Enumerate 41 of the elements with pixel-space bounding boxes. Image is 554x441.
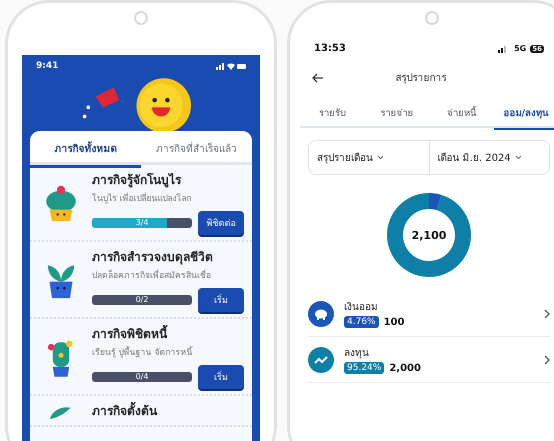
progress-bar: 0/2 [92,295,192,305]
category-tab[interactable]: ออม/ลงทุน [494,97,554,128]
chevron-down-icon [377,155,384,160]
chevron-right-icon[interactable] [544,354,550,364]
category-tab[interactable]: จ่ายหนี้ [429,97,494,128]
filter-dropdown[interactable]: เดือน มิ.ย. 2024 [428,141,549,174]
mission-title: ภารกิจสำรวจงบดุลชีวิต [92,249,214,266]
trend-up-icon [314,354,328,364]
progress-bar: 0/4 [92,372,192,382]
mission-tab[interactable]: ภารกิจที่สำเร็จแล้ว [141,131,252,165]
chevron-right-icon[interactable] [544,308,550,318]
mission-button[interactable]: เริ่ม [198,365,244,389]
mission-subtitle: ปลดล็อคภารกิจเพื่อสมัครสินเชื่อ [92,268,212,282]
status-time: 13:53 [314,43,346,54]
front-camera [134,11,148,25]
mission-button[interactable]: พิชิตต่อ [198,211,244,235]
progress-bar: 3/4 [92,218,192,228]
percent-tag: 95.24% [344,362,384,374]
mission-button[interactable]: เริ่ม [198,288,244,312]
mission-title: ภารกิจตั้งต้น [92,401,244,420]
filter-dropdown[interactable]: สรุปรายเดือน [309,141,428,174]
front-camera [425,11,439,25]
back-arrow-icon[interactable] [312,72,324,82]
mission-subtitle: โนบูไร เพื่อเปลี่ยนแปลงโลก [92,191,193,205]
status-time: 9:41 [36,61,58,71]
percent-tag: 4.76% [344,316,379,328]
category-amount: 100 [384,316,404,328]
page-title: สรุปรายการ [394,72,448,85]
mission-tab[interactable]: ภารกิจทั้งหมด [30,131,141,165]
donut-total: 2,100 [412,229,446,242]
mission-title: ภารกิจรู้จักโนบูไร [92,172,182,189]
mission-title: ภารกิจพิชิตหนี้ [92,324,244,343]
category-amount: 2,000 [389,362,421,374]
category-tab[interactable]: รายจ่าย [364,97,429,128]
mission-subtitle: เรียนรู้ ปูพื้นฐาน จัดการหนี้ [92,345,194,359]
category-name: เงินออม [344,301,379,314]
chevron-down-icon [514,155,522,160]
network-label: 5G [514,44,526,53]
category-name: ลงทุน [344,347,370,360]
category-tab[interactable]: รายรับ [300,97,364,128]
status-icons [216,62,246,70]
